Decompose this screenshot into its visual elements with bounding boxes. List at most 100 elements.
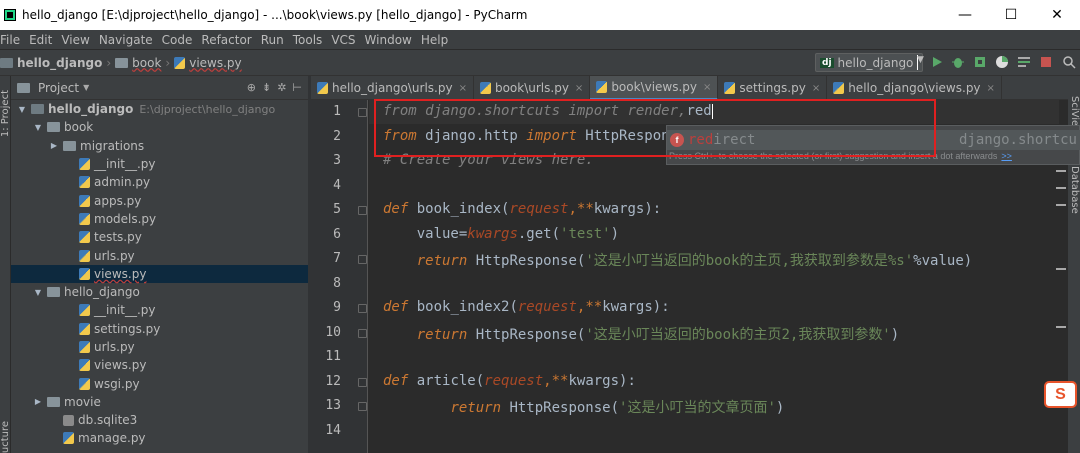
fold-marker-icon[interactable]	[358, 255, 367, 264]
menu-view[interactable]: View	[61, 33, 89, 47]
chevron-right-icon[interactable]: ▶	[33, 397, 43, 406]
run-configuration-select[interactable]: dj hello_django ▼	[815, 53, 924, 72]
tree-item[interactable]: tests.py	[11, 228, 308, 246]
search-everywhere-icon[interactable]	[1061, 54, 1077, 70]
code-token: book_index2(	[408, 299, 518, 315]
menu-tools[interactable]: Tools	[293, 33, 323, 47]
close-tab-icon[interactable]: ×	[575, 83, 583, 94]
project-tool-window-button[interactable]: 1: Project	[0, 90, 11, 137]
close-tab-icon[interactable]: ×	[459, 83, 467, 94]
breadcrumb-file[interactable]: views.py	[174, 56, 242, 70]
tree-item[interactable]: views.py	[11, 356, 308, 374]
structure-tool-window-button[interactable]: ucture	[0, 421, 11, 453]
code-token: kwargs):	[602, 299, 670, 315]
editor-tab[interactable]: settings.py ×	[718, 76, 828, 100]
tree-item[interactable]: settings.py	[11, 320, 308, 338]
locate-file-icon[interactable]: ⊕	[247, 81, 256, 94]
chevron-down-icon[interactable]: ▼	[33, 123, 43, 132]
line-number: 3	[333, 153, 341, 168]
tree-item[interactable]: db.sqlite3	[11, 411, 308, 429]
run-icon[interactable]	[929, 54, 945, 70]
tree-item[interactable]: ▶ migrations	[11, 137, 308, 155]
chevron-down-icon[interactable]: ▼	[83, 83, 89, 92]
code-token: '这是小叮当的文章页面'	[619, 400, 776, 416]
coverage-icon[interactable]	[972, 54, 988, 70]
minimize-button[interactable]: —	[942, 0, 988, 30]
tree-item-label: movie	[64, 394, 101, 409]
code-line: value=kwargs.get('test')	[383, 226, 619, 242]
completion-hint-link[interactable]: >>	[1001, 151, 1012, 161]
profile-icon[interactable]	[994, 54, 1010, 70]
menu-vcs[interactable]: VCS	[331, 33, 355, 47]
error-stripe-mark[interactable]	[1056, 268, 1066, 270]
tree-item[interactable]: ▼ hello_django E:\djproject\hello_django	[11, 100, 308, 118]
chevron-down-icon[interactable]: ▼	[17, 105, 27, 114]
tree-item[interactable]: ▼ hello_django	[11, 283, 308, 301]
gear-icon[interactable]: ✲	[277, 81, 286, 94]
breadcrumb-label: book	[132, 55, 162, 70]
project-panel-header: Project ▼ ⊕ ⇟ ✲ ⊢	[11, 76, 308, 100]
code-token: kwargs	[467, 225, 518, 242]
error-stripe-mark[interactable]	[1056, 170, 1066, 172]
fold-marker-icon[interactable]	[358, 328, 367, 338]
fold-marker-icon[interactable]	[358, 206, 367, 215]
debug-icon[interactable]	[950, 54, 966, 70]
menu-window[interactable]: Window	[365, 33, 412, 47]
python-file-icon	[79, 194, 90, 207]
database-tool-window-button[interactable]: Database	[1069, 166, 1080, 214]
breadcrumb-folder[interactable]: book	[115, 56, 161, 70]
editor-tab[interactable]: hello_django\views.py ×	[827, 76, 1002, 100]
error-stripe-mark[interactable]	[1056, 187, 1066, 189]
close-tab-icon[interactable]: ×	[812, 83, 820, 94]
folder-icon	[47, 396, 60, 407]
tree-item[interactable]: __init__.py	[11, 155, 308, 173]
code-token: **	[576, 201, 594, 217]
menu-help[interactable]: Help	[421, 33, 448, 47]
fold-marker-icon[interactable]	[358, 402, 367, 411]
project-panel-title[interactable]: Project	[38, 81, 79, 95]
menu-refactor[interactable]: Refactor	[201, 33, 251, 47]
close-button[interactable]: ✕	[1034, 0, 1080, 30]
breadcrumb-project[interactable]: hello_django	[0, 56, 102, 70]
collapse-all-icon[interactable]: ⇟	[262, 81, 271, 94]
menu-file[interactable]: File	[0, 33, 20, 47]
left-tool-strip: 1: Project ucture	[0, 76, 11, 453]
tree-item[interactable]: apps.py	[11, 191, 308, 209]
tree-item[interactable]: urls.py	[11, 338, 308, 356]
sogou-input-method-icon[interactable]: S	[1044, 381, 1077, 408]
tree-item[interactable]: __init__.py	[11, 301, 308, 319]
editor-tab[interactable]: book\urls.py ×	[474, 76, 591, 100]
close-tab-icon[interactable]: ×	[703, 82, 711, 93]
menu-navigate[interactable]: Navigate	[99, 33, 153, 47]
tree-item[interactable]: models.py	[11, 210, 308, 228]
error-stripe-mark[interactable]	[1056, 326, 1066, 328]
concurrency-icon[interactable]	[1016, 54, 1032, 70]
editor-tab[interactable]: book\views.py ×	[590, 76, 719, 100]
editor-tab[interactable]: hello_django\urls.py ×	[311, 76, 474, 100]
tree-item[interactable]: views.py	[11, 264, 308, 283]
maximize-button[interactable]: ☐	[988, 0, 1034, 30]
tree-item[interactable]: urls.py	[11, 246, 308, 264]
fold-marker-icon[interactable]	[358, 377, 367, 387]
tree-item[interactable]: manage.py	[11, 429, 308, 447]
menu-code[interactable]: Code	[162, 33, 193, 47]
close-tab-icon[interactable]: ×	[987, 83, 995, 94]
fold-marker-icon[interactable]	[358, 108, 367, 117]
menu-run[interactable]: Run	[261, 33, 284, 47]
chevron-right-icon[interactable]: ▶	[49, 141, 59, 150]
stop-icon[interactable]	[1038, 54, 1054, 70]
chevron-down-icon[interactable]: ▼	[33, 288, 43, 297]
folder-icon	[63, 140, 76, 151]
code-token: request	[517, 299, 577, 315]
fold-marker-icon[interactable]	[358, 304, 367, 313]
tree-item[interactable]: admin.py	[11, 173, 308, 191]
menu-edit[interactable]: Edit	[29, 33, 52, 47]
tree-item[interactable]: wsgi.py	[11, 374, 308, 392]
tree-item[interactable]: ▼ book	[11, 118, 308, 136]
hide-panel-icon[interactable]: ⊢	[292, 81, 302, 94]
line-number: 5	[333, 202, 341, 217]
tree-item[interactable]: ▶ movie	[11, 393, 308, 411]
code-token: book_index	[416, 201, 502, 217]
error-stripe-mark[interactable]	[1056, 204, 1066, 206]
